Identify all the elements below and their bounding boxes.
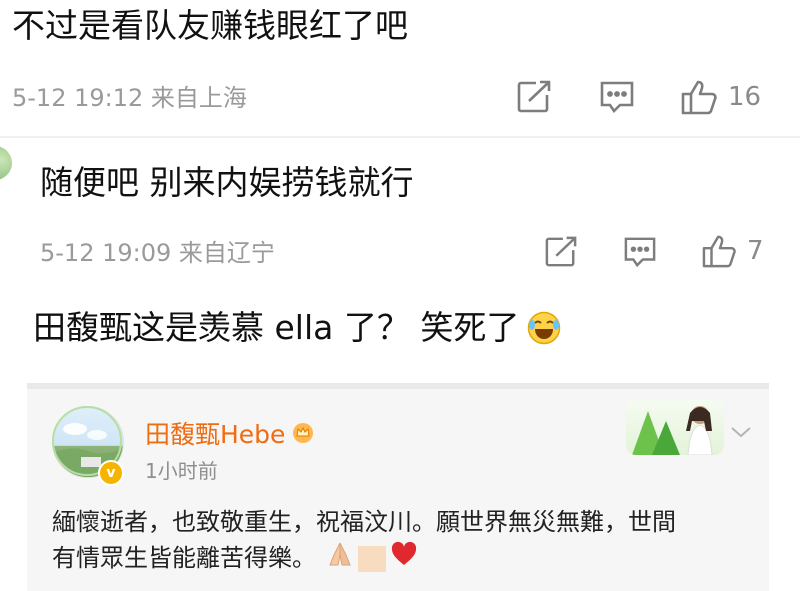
share-button[interactable]	[544, 236, 578, 268]
divider	[0, 136, 800, 138]
comment-button[interactable]	[598, 80, 636, 114]
decoration-thumbnail	[626, 399, 724, 455]
comment-icon	[598, 80, 636, 114]
laughing-crying-emoji-icon	[527, 311, 561, 345]
chevron-down-icon[interactable]	[729, 424, 753, 444]
comment-meta: 5-12 19:12 来自上海	[12, 84, 247, 112]
like-count: 16	[728, 82, 762, 112]
crown-badge-icon	[291, 419, 315, 451]
like-button[interactable]: 16	[680, 79, 761, 115]
share-icon	[544, 236, 578, 268]
comment-meta: 5-12 19:09 来自辽宁	[40, 239, 275, 267]
post-text-line: 緬懷逝者，也致敬重生，祝福汶川。願世界無災無難，世間	[52, 508, 676, 536]
author-name-row[interactable]: 田馥甄Hebe	[145, 419, 315, 451]
post-text-line-row: 有情眾生皆能離苦得樂。	[52, 540, 752, 577]
thumbs-up-icon	[701, 234, 739, 268]
post-text-line: 有情眾生皆能離苦得樂。	[52, 544, 316, 572]
red-heart-icon	[390, 541, 418, 577]
skin-tone-icon	[357, 546, 386, 572]
share-icon	[516, 80, 552, 114]
thumbs-up-icon	[680, 79, 720, 115]
share-button[interactable]	[516, 80, 552, 114]
avatar[interactable]	[0, 146, 12, 180]
post-body: 緬懷逝者，也致敬重生，祝福汶川。願世界無災無難，世間 有情眾生皆能離苦得樂。	[52, 504, 752, 577]
verified-badge-icon: v	[98, 460, 124, 486]
praying-hands-icon	[326, 541, 354, 577]
post-time: 1小时前	[145, 459, 218, 483]
comment-text: 不过是看队友赚钱眼红了吧	[12, 6, 408, 45]
comment-text: 随便吧 别来内娱捞钱就行	[40, 163, 414, 202]
comment-text-row: 田馥甄这是羡慕 ella 了？ 笑死了	[33, 308, 561, 348]
comment-text: 田馥甄这是羡慕 ella 了？ 笑死了	[33, 308, 520, 347]
emoji-row	[326, 541, 418, 577]
like-count: 7	[747, 236, 764, 266]
comment-icon	[622, 236, 658, 268]
comment-button[interactable]	[622, 236, 658, 268]
author-name: 田馥甄Hebe	[145, 420, 286, 449]
like-button[interactable]: 7	[701, 234, 764, 268]
